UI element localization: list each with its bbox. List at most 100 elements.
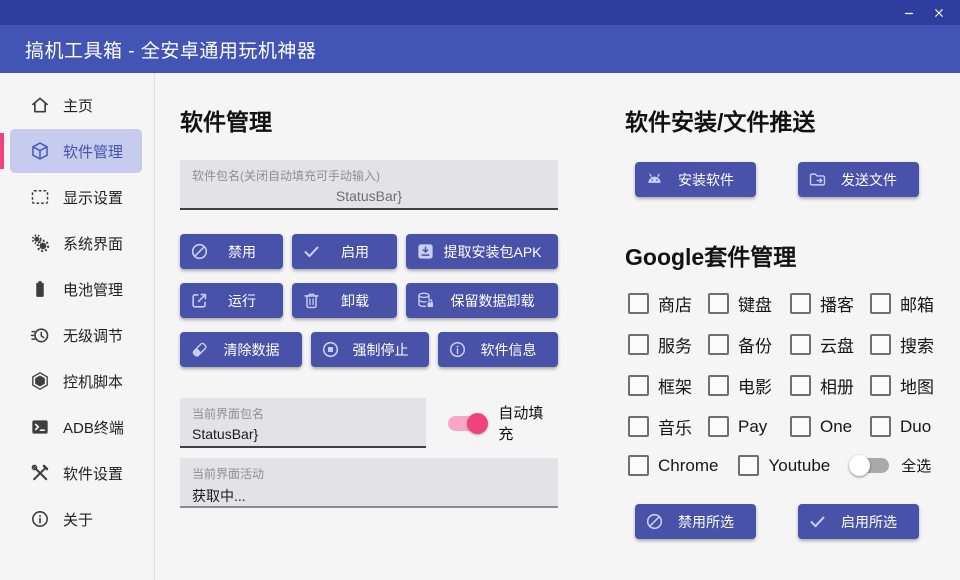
install-app-button[interactable]: 安装软件 [635,162,756,197]
app-header: 搞机工具箱 - 全安卓通用玩机神器 [0,25,960,73]
current-activity-field[interactable]: 当前界面活动 获取中... [180,458,558,508]
checkbox-cloud-drive[interactable]: 云盘 [790,332,870,357]
checkbox-duo[interactable]: Duo [870,414,936,439]
uninstall-button[interactable]: 卸载 [292,283,397,318]
checkbox-box [790,334,811,355]
sidebar-item-home[interactable]: 主页 [10,83,142,127]
checkbox-box [708,416,729,437]
close-icon [933,7,945,19]
sidebar-item-control-script[interactable]: 控机脚本 [10,359,142,403]
checkbox-youtube[interactable]: Youtube [738,455,830,476]
button-label: 禁用 [209,242,275,262]
android-icon [645,170,664,189]
enable-selected-button[interactable]: 启用所选 [798,504,919,539]
current-package-value: StatusBar} [192,426,414,442]
checkbox-label: 键盘 [738,291,772,316]
sidebar-item-display-settings[interactable]: 显示设置 [10,175,142,219]
toggle-knob [467,413,488,434]
checkbox-box [870,416,891,437]
button-label: 卸载 [321,291,389,311]
sidebar-item-adb-terminal[interactable]: ADB终端 [10,405,142,449]
checkbox-label: Youtube [768,456,830,476]
content: 软件管理 软件包名(关闭自动填充可手动输入) StatusBar} 禁用启用提取… [155,73,960,580]
package-name-input[interactable]: 软件包名(关闭自动填充可手动输入) StatusBar} [180,160,558,210]
checkbox-services[interactable]: 服务 [628,332,708,357]
gears-icon [30,233,50,253]
checkbox-chrome[interactable]: Chrome [628,455,718,476]
checkbox-podcast[interactable]: 播客 [790,291,870,316]
clear-data-button[interactable]: 清除数据 [180,332,302,367]
current-package-field[interactable]: 当前界面包名 StatusBar} [180,398,426,448]
checkbox-label: 备份 [738,332,772,357]
checkbox-photos[interactable]: 相册 [790,373,870,398]
button-label: 发送文件 [827,170,911,190]
enable-button[interactable]: 启用 [292,234,397,269]
package-icon [30,141,50,161]
check-icon [302,242,321,261]
checkbox-label: 音乐 [658,414,692,439]
checkbox-movies[interactable]: 电影 [708,373,790,398]
disable-button[interactable]: 禁用 [180,234,283,269]
button-label: 禁用所选 [664,512,748,532]
send-file-button[interactable]: 发送文件 [798,162,919,197]
install-push-buttons: 安装软件 发送文件 [625,162,937,197]
force-stop-button[interactable]: 强制停止 [311,332,429,367]
checkbox-pay[interactable]: Pay [708,414,790,439]
toggle-knob [849,455,870,476]
trash-icon [302,291,321,310]
sidebar-item-label: 电池管理 [63,279,123,300]
checkbox-search[interactable]: 搜索 [870,332,936,357]
sidebar-item-stepless-adjust[interactable]: 无级调节 [10,313,142,357]
sidebar-item-software-management[interactable]: 软件管理 [10,129,142,173]
checkbox-label: 邮箱 [900,291,934,316]
checkbox-label: 服务 [658,332,692,357]
checkbox-box [790,293,811,314]
sidebar-item-label: 控机脚本 [63,371,123,392]
action-button-row: 清除数据强制停止软件信息 [180,332,558,367]
checkbox-box [790,375,811,396]
autofill-toggle-label: 自动填充 [498,402,558,444]
checkbox-one[interactable]: One [790,414,870,439]
sidebar-item-battery-management[interactable]: 电池管理 [10,267,142,311]
hexagon-icon [30,371,50,391]
run-button[interactable]: 运行 [180,283,283,318]
titlebar [0,0,960,25]
checkbox-box [628,334,649,355]
check-icon [808,512,827,531]
autofill-toggle[interactable] [448,416,486,431]
sidebar-item-label: 主页 [63,95,93,116]
software-management-heading: 软件管理 [180,73,558,136]
checkbox-box [738,455,759,476]
software-management-panel: 软件管理 软件包名(关闭自动填充可手动输入) StatusBar} 禁用启用提取… [180,73,558,508]
info-icon [30,509,50,529]
button-label: 运行 [209,291,275,311]
checkbox-backup[interactable]: 备份 [708,332,790,357]
terminal-icon [30,417,50,437]
checkbox-music[interactable]: 音乐 [628,414,708,439]
install-push-heading: 软件安装/文件推送 [625,73,937,136]
minimize-button[interactable] [894,0,924,25]
checkbox-box [708,375,729,396]
button-label: 启用所选 [827,512,911,532]
extract-apk-button[interactable]: 提取安装包APK [406,234,558,269]
checkbox-mail[interactable]: 邮箱 [870,291,936,316]
checkbox-framework[interactable]: 框架 [628,373,708,398]
checkbox-store[interactable]: 商店 [628,291,708,316]
open-in-new-icon [190,291,209,310]
sidebar-item-app-settings[interactable]: 软件设置 [10,451,142,495]
action-buttons: 禁用启用提取安装包APK 运行 卸载保留数据卸载清除数据强制停止软件信息 [180,234,558,367]
close-button[interactable] [924,0,954,25]
checkbox-maps[interactable]: 地图 [870,373,936,398]
sidebar-item-system-ui[interactable]: 系统界面 [10,221,142,265]
app-info-button[interactable]: 软件信息 [438,332,558,367]
disable-selected-button[interactable]: 禁用所选 [635,504,756,539]
sidebar-item-label: 软件管理 [63,141,123,162]
select-all-toggle[interactable] [851,458,889,473]
battery-icon [30,279,50,299]
timer-icon [30,325,50,345]
checkbox-box [628,416,649,437]
uninstall-keep-data-button[interactable]: 保留数据卸载 [406,283,558,318]
sidebar-item-about[interactable]: 关于 [10,497,142,541]
block-icon [190,242,209,261]
checkbox-keyboard[interactable]: 键盘 [708,291,790,316]
